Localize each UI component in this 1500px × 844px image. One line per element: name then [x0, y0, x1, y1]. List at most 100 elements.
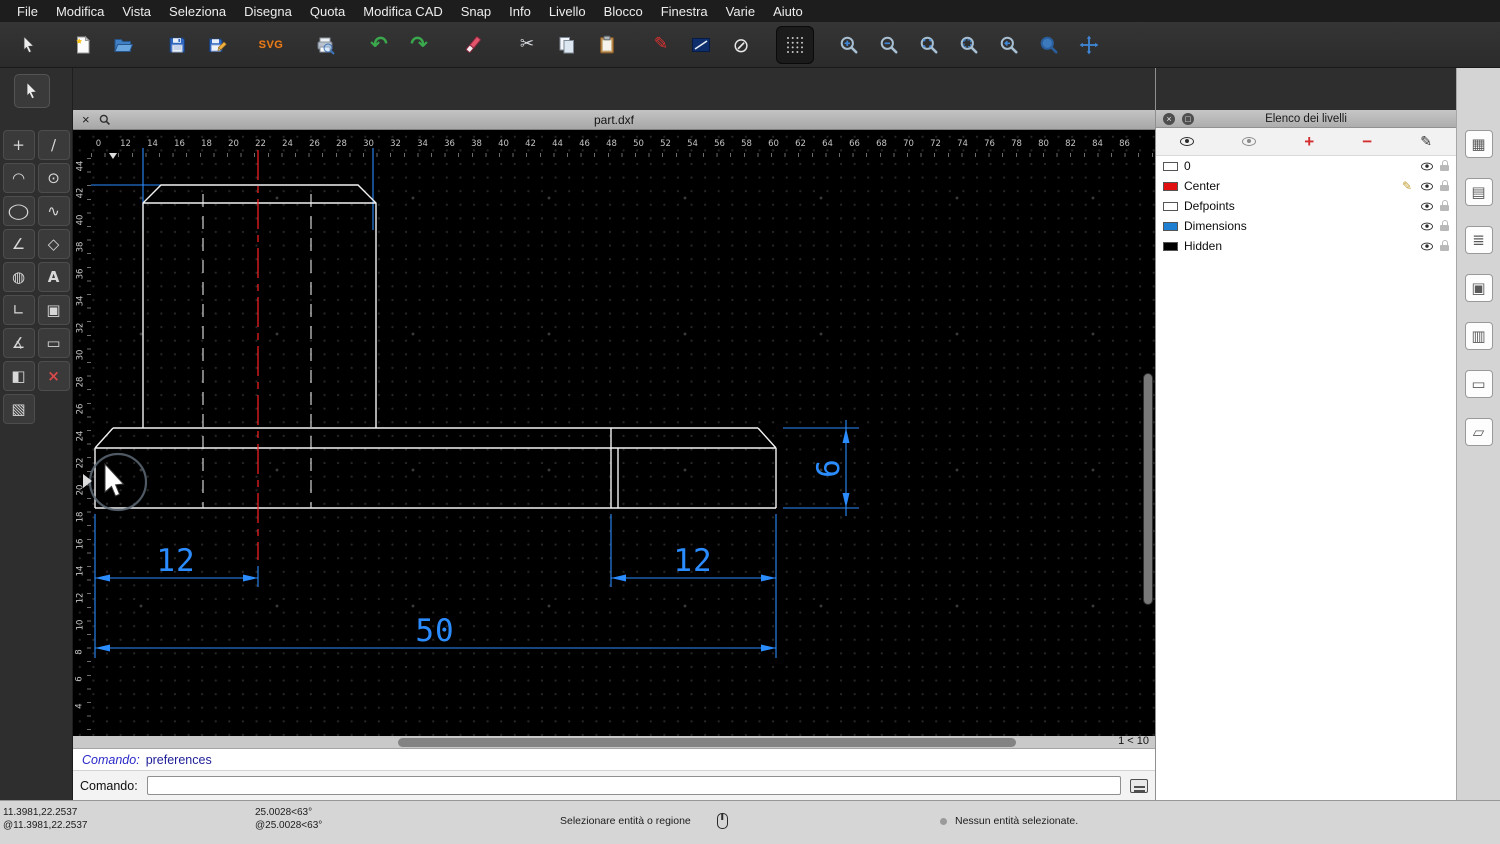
- menu-item[interactable]: Quota: [301, 4, 354, 19]
- command-bar: Comando:: [73, 770, 1155, 800]
- layer-visibility-icon[interactable]: [1421, 222, 1433, 230]
- zoom-out-button[interactable]: [870, 26, 908, 64]
- copy-button[interactable]: [548, 26, 586, 64]
- hide-all-layers-button[interactable]: [1242, 134, 1257, 149]
- drawing-canvas[interactable]: 0 12 14 16 18 20 22 24 26 28 30 32 34 36 38 40 42 44 46 48 5…: [73, 130, 1155, 736]
- layer-edit-icon[interactable]: ✎: [1400, 179, 1414, 193]
- arc-tool-button[interactable]: ◠: [2, 163, 35, 193]
- menu-item[interactable]: Modifica: [47, 4, 113, 19]
- layer-lock-icon[interactable]: [1440, 220, 1449, 231]
- menu-item[interactable]: Blocco: [595, 4, 652, 19]
- pen-attributes-button[interactable]: ✎: [642, 26, 680, 64]
- command-detach-button[interactable]: [1130, 778, 1148, 793]
- panel-detach-button[interactable]: □: [1182, 112, 1194, 125]
- menu-item[interactable]: Disegna: [235, 4, 301, 19]
- layer-lock-icon[interactable]: [1440, 160, 1449, 171]
- text-tool-button[interactable]: A: [37, 262, 70, 292]
- layer-row[interactable]: Dimensions: [1156, 216, 1456, 236]
- menu-item[interactable]: Snap: [452, 4, 500, 19]
- layer-lock-icon[interactable]: [1440, 200, 1449, 211]
- menu-item[interactable]: Finestra: [652, 4, 717, 19]
- menu-item[interactable]: File: [8, 4, 47, 19]
- polygon-tool-button[interactable]: ◇: [37, 229, 70, 259]
- new-file-button[interactable]: [64, 26, 102, 64]
- menu-item[interactable]: Livello: [540, 4, 595, 19]
- dimension-label-right: 12: [673, 543, 712, 579]
- line-tool-button[interactable]: ∕: [37, 130, 70, 160]
- dock-properties-button[interactable]: ▱: [1464, 418, 1493, 446]
- edit-layer-button[interactable]: ✎: [1420, 134, 1432, 150]
- dimension-tool-button[interactable]: ∟: [2, 295, 35, 325]
- ellipse-tool-button[interactable]: ◯: [2, 196, 35, 226]
- copy-icon: [559, 36, 574, 53]
- remove-layer-button[interactable]: −: [1362, 133, 1372, 150]
- circle-tool-button[interactable]: ⊙: [37, 163, 70, 193]
- ruler-tool-button[interactable]: ▭: [37, 328, 70, 358]
- dock-library-button[interactable]: ▥: [1464, 322, 1493, 350]
- image-tool-button[interactable]: ▣: [37, 295, 70, 325]
- svg-export-icon: SVG: [258, 38, 284, 51]
- line-attributes-button[interactable]: [682, 26, 720, 64]
- zoom-in-button[interactable]: [830, 26, 868, 64]
- horizontal-scrollbar[interactable]: 1 < 10: [73, 735, 1155, 748]
- undo-button[interactable]: ↶: [360, 26, 398, 64]
- document-zoom-icon[interactable]: [99, 114, 111, 126]
- open-file-button[interactable]: [104, 26, 142, 64]
- menu-item[interactable]: Seleziona: [160, 4, 235, 19]
- cut-button[interactable]: ✂: [508, 26, 546, 64]
- panel-close-button[interactable]: ×: [1163, 112, 1175, 125]
- zoom-auto-button[interactable]: [910, 26, 948, 64]
- document-close-button[interactable]: ×: [82, 113, 90, 126]
- redo-button[interactable]: ↷: [400, 26, 438, 64]
- save-as-button[interactable]: [198, 26, 236, 64]
- dock-ucs-button[interactable]: ▤: [1464, 178, 1493, 206]
- menu-item[interactable]: Info: [500, 4, 540, 19]
- null-entity-button[interactable]: ⊘: [722, 26, 760, 64]
- add-layer-button[interactable]: +: [1304, 133, 1314, 150]
- layer-visibility-icon[interactable]: [1421, 182, 1433, 190]
- vertical-scrollbar[interactable]: [1143, 373, 1153, 605]
- sidebar-select-tool-button[interactable]: [14, 74, 50, 108]
- layer-lock-icon[interactable]: [1440, 240, 1449, 251]
- layer-row[interactable]: Hidden: [1156, 236, 1456, 256]
- layer-visibility-icon[interactable]: [1421, 242, 1433, 250]
- hatch-tool-button[interactable]: ◍: [2, 262, 35, 292]
- zoom-previous-button[interactable]: [990, 26, 1028, 64]
- svg-export-button[interactable]: SVG: [252, 26, 290, 64]
- snap-tool-button[interactable]: ×: [37, 361, 70, 391]
- dock-views-button[interactable]: ▦: [1464, 130, 1493, 158]
- dock-block-list-button[interactable]: ▣: [1464, 274, 1493, 302]
- menu-item[interactable]: Vista: [113, 4, 160, 19]
- layer-row[interactable]: Center ✎: [1156, 176, 1456, 196]
- delete-button[interactable]: [454, 26, 492, 64]
- measure-tool-button[interactable]: ∡: [2, 328, 35, 358]
- horizontal-scrollbar-thumb[interactable]: [398, 737, 1016, 747]
- show-all-layers-button[interactable]: [1180, 134, 1195, 149]
- menu-item[interactable]: Aiuto: [764, 4, 812, 19]
- print-preview-button[interactable]: [306, 26, 344, 64]
- layer-visibility-icon[interactable]: [1421, 202, 1433, 210]
- paste-button[interactable]: [588, 26, 626, 64]
- zoom-frame-button[interactable]: [950, 26, 988, 64]
- pan-button[interactable]: [1070, 26, 1108, 64]
- save-button[interactable]: [158, 26, 196, 64]
- zoom-window-button[interactable]: [1030, 26, 1068, 64]
- spline-tool-button[interactable]: ∿: [37, 196, 70, 226]
- layer-visibility-icon[interactable]: [1421, 162, 1433, 170]
- menu-item[interactable]: Modifica CAD: [354, 4, 451, 19]
- menu-item[interactable]: Varie: [717, 4, 764, 19]
- layer-row[interactable]: Defpoints: [1156, 196, 1456, 216]
- dock-layer-list-button[interactable]: ≣: [1464, 226, 1493, 254]
- solid-tool-button[interactable]: ▧: [2, 394, 35, 424]
- command-input[interactable]: [146, 776, 1121, 795]
- layer-row[interactable]: 0: [1156, 156, 1456, 176]
- menu-bar: File Modifica Vista Seleziona Disegna Quota Mo…: [0, 0, 1500, 22]
- modify-tool-button[interactable]: ◧: [2, 361, 35, 391]
- points-tool-button[interactable]: +: [2, 130, 35, 160]
- select-tool-button[interactable]: [10, 26, 48, 64]
- solid-icon: ▧: [11, 399, 26, 418]
- layer-lock-icon[interactable]: [1440, 180, 1449, 191]
- grid-toggle-button[interactable]: [776, 25, 814, 64]
- polyline-tool-button[interactable]: ∠: [2, 229, 35, 259]
- dock-command-button[interactable]: ▭: [1464, 370, 1493, 398]
